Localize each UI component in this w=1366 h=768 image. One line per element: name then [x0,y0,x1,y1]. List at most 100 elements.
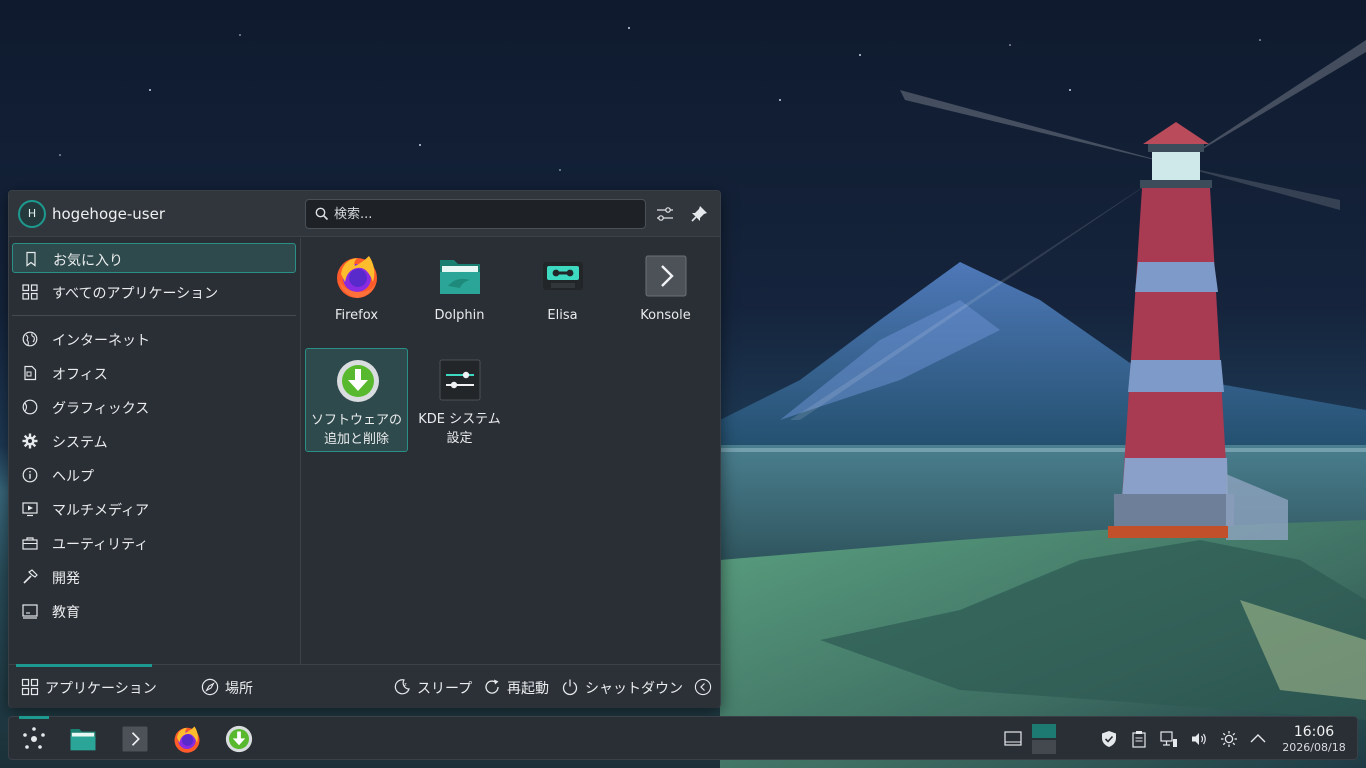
taskbar-konsole[interactable] [118,722,152,756]
search-input[interactable] [334,204,634,224]
grid-icon [21,678,39,696]
dolphin-icon [70,729,96,751]
utilities-icon [22,537,38,550]
sidebar-item-label: 開発 [52,571,80,587]
firefox-icon [337,256,377,298]
sidebar-item-label: お気に入り [53,253,123,269]
sidebar-item-label: インターネット [52,333,150,349]
restart-button[interactable]: 再起動 [483,677,549,697]
sidebar-item-help[interactable]: ヘルプ [12,460,296,490]
show-hidden-icons-button[interactable] [1249,730,1267,748]
app-tile-konsole[interactable]: Konsole [614,244,717,348]
more-options-button[interactable] [694,677,712,697]
launcher-active-indicator [19,716,49,719]
sleep-button[interactable]: z スリープ [393,677,473,697]
show-desktop-button[interactable] [1003,729,1023,749]
graphics-icon [22,399,38,415]
clock-time[interactable]: 16:06 [1277,724,1351,740]
konsole-icon [645,255,687,297]
multimedia-icon [22,502,38,517]
sidebar-item-education[interactable]: 教育 [12,596,296,626]
category-sidebar: お気に入り すべてのアプリケーション インターネット オフィス グラフィックス … [9,238,301,664]
shutdown-label: シャットダウン [585,681,683,697]
firefox-icon [174,726,200,753]
chevron-up-icon [1250,734,1266,743]
konsole-icon [122,726,148,752]
pager-icon [1032,724,1056,754]
app-tile-discover[interactable]: ソフトウェアの 追加と削除 [305,348,408,452]
taskbar: 16:06 2026/08/18 [8,716,1358,760]
configure-button[interactable] [654,203,676,225]
sidebar-item-label: ユーティリティ [52,537,149,553]
sidebar-item-internet[interactable]: インターネット [12,324,296,354]
search-field[interactable] [305,199,646,229]
virtual-desktop-pager[interactable] [1032,724,1056,754]
app-tile-elisa[interactable]: Elisa [511,244,614,348]
bookmark-icon [26,251,36,267]
firewall-button[interactable] [1100,730,1118,748]
shield-icon [1102,731,1116,747]
taskbar-dolphin[interactable] [66,722,100,756]
help-icon [22,467,38,483]
restart-icon [485,679,499,694]
launcher-header: H hogehoge-user [9,191,720,237]
sleep-icon: z [394,679,410,695]
sidebar-item-label: ヘルプ [52,469,94,485]
sidebar-item-label: すべてのアプリケーション [52,286,219,302]
network-button[interactable] [1160,730,1178,748]
app-name: Firefox [334,308,379,323]
sidebar-item-all-applications[interactable]: すべてのアプリケーション [12,277,296,307]
active-tab-indicator [16,664,152,667]
avatar[interactable]: H [18,200,46,228]
globe-icon [22,331,38,347]
tab-places[interactable]: 場所 [201,677,261,697]
taskbar-discover[interactable] [222,722,256,756]
app-tile-dolphin[interactable]: Dolphin [408,244,511,348]
chevron-left-icon [694,678,712,696]
shutdown-button[interactable]: シャットダウン [561,677,683,697]
app-name-line1: ソフトウェアの [310,413,402,428]
tab-places-label: 場所 [225,681,253,697]
sidebar-item-development[interactable]: 開発 [12,562,296,592]
sidebar-divider [12,315,296,316]
sidebar-item-multimedia[interactable]: マルチメディア [12,494,296,524]
education-icon [22,604,38,619]
brightness-button[interactable] [1220,730,1238,748]
app-tile-system-settings[interactable]: KDE システム 設定 [408,348,511,452]
app-name: Konsole [640,308,691,323]
sidebar-item-label: グラフィックス [52,401,150,417]
clock-date[interactable]: 2026/08/18 [1277,741,1351,754]
brightness-icon [1221,731,1237,747]
sidebar-item-graphics[interactable]: グラフィックス [12,392,296,422]
restart-label: 再起動 [507,681,549,697]
volume-button[interactable] [1190,730,1208,748]
sidebar-item-office[interactable]: オフィス [12,358,296,388]
sleep-label: スリープ [417,681,473,697]
sidebar-item-system[interactable]: システム [12,426,296,456]
app-name-line2: 追加と削除 [323,432,389,447]
network-icon [1160,731,1177,747]
clipboard-icon [1132,731,1146,748]
sidebar-item-favorites[interactable]: お気に入り [12,243,296,273]
app-tile-firefox[interactable]: Firefox [305,244,408,348]
settings-icon [439,359,481,401]
sidebar-item-label: オフィス [52,367,108,383]
discover-icon [337,360,379,402]
pin-icon [691,206,707,222]
app-name-line1: KDE システム [418,412,501,427]
compass-icon [201,678,219,696]
discover-icon [225,725,253,753]
sidebar-item-label: システム [52,435,108,451]
document-icon [24,365,37,381]
pin-button[interactable] [688,203,710,225]
application-launcher-button[interactable] [17,722,51,756]
username: hogehoge-user [52,205,165,223]
show-desktop-icon [1004,731,1022,746]
app-name: KDE システム 設定 [408,410,511,448]
tab-applications[interactable]: アプリケーション [21,677,157,697]
clipboard-button[interactable] [1130,730,1148,748]
sidebar-item-utilities[interactable]: ユーティリティ [12,528,296,558]
power-icon [562,679,578,696]
favorites-grid: Firefox Dolphin Elisa Konsole ソフトウェアの 追加… [305,244,719,664]
taskbar-firefox[interactable] [170,722,204,756]
